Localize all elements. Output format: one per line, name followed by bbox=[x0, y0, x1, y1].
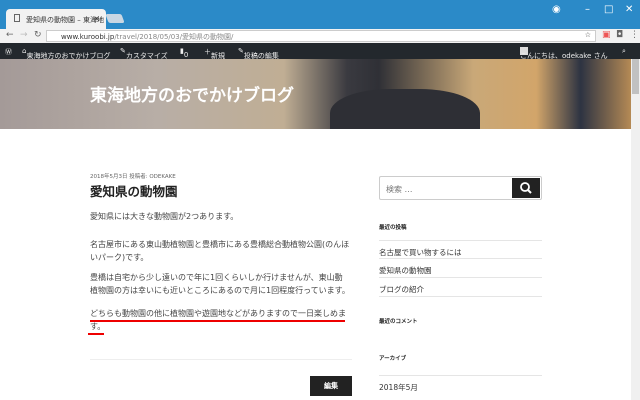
admin-comments-link[interactable]: ▮ 0 bbox=[180, 47, 188, 59]
recent-post-link[interactable]: ブログの紹介 bbox=[379, 277, 542, 296]
tab-title: 愛知県の動物園 – 東海地 bbox=[26, 16, 104, 24]
archives-heading: アーカイブ bbox=[379, 356, 407, 362]
document-icon bbox=[14, 14, 20, 22]
page-content: 2018年5月3日 投稿者: ODEKAKE 愛知県の動物園 愛知県には大きな動… bbox=[0, 129, 631, 400]
recent-posts-heading: 最近の投稿 bbox=[379, 225, 407, 231]
forward-icon[interactable]: → bbox=[20, 30, 28, 40]
archive-link[interactable]: 2018年5月 bbox=[379, 375, 542, 394]
search-button[interactable] bbox=[512, 178, 540, 198]
search-form bbox=[379, 176, 542, 201]
maximize-button[interactable]: □ bbox=[604, 4, 613, 15]
site-header: 東海地方のおでかけブログ bbox=[0, 59, 631, 149]
admin-account-link[interactable]: こんにちは、odekake さん bbox=[520, 47, 608, 60]
address-bar-row: ← → ↻ www.kuroobi.jp/travel/2018/05/03/愛… bbox=[0, 29, 640, 43]
post-title: 愛知県の動物園 bbox=[90, 184, 178, 199]
site-title[interactable]: 東海地方のおでかけブログ bbox=[90, 81, 294, 106]
wordpress-logo-icon[interactable]: Ⓦ bbox=[5, 47, 12, 57]
url-host: www.kuroobi.jp bbox=[61, 33, 115, 41]
divider bbox=[379, 296, 542, 297]
post-meta: 2018年5月3日 投稿者: ODEKAKE bbox=[90, 174, 176, 180]
scrollbar[interactable] bbox=[631, 59, 640, 400]
reload-icon[interactable]: ↻ bbox=[34, 30, 42, 40]
edit-button[interactable]: 編集 bbox=[310, 376, 352, 396]
scrollbar-thumb[interactable] bbox=[632, 59, 639, 94]
profile-icon[interactable]: ◉ bbox=[552, 4, 561, 15]
url-input[interactable]: www.kuroobi.jp/travel/2018/05/03/愛知県の動物園… bbox=[46, 30, 596, 42]
extension-icon[interactable]: ▣ bbox=[602, 30, 611, 40]
minimize-button[interactable]: – bbox=[585, 4, 590, 15]
post-paragraph: 名古屋市にある東山動植物園と豊橋市にある豊橋総合動植物公園(のんほいパーク)です… bbox=[90, 240, 350, 262]
comments-count: 0 bbox=[183, 51, 189, 59]
bookmark-star-icon[interactable]: ☆ bbox=[585, 31, 591, 39]
browser-tab[interactable]: 愛知県の動物園 – 東海地 × bbox=[6, 9, 106, 29]
recent-post-link[interactable]: 名古屋で買い物するには bbox=[379, 240, 542, 259]
search-icon bbox=[520, 182, 532, 194]
recent-comments-heading: 最近のコメント bbox=[379, 319, 418, 325]
wp-admin-bar: Ⓦ ⌂ 東海地方のおでかけブログ ✎ カスタマイズ ▮ 0 ＋ 新規 ✎ 投稿の… bbox=[0, 43, 640, 60]
recent-post-link[interactable]: 愛知県の動物園 bbox=[379, 258, 542, 277]
url-path: /travel/2018/05/03/愛知県の動物園/ bbox=[114, 33, 234, 41]
search-input[interactable] bbox=[380, 178, 508, 201]
admin-new-link[interactable]: ＋ 新規 bbox=[204, 47, 225, 60]
admin-site-link[interactable]: ⌂ 東海地方のおでかけブログ bbox=[22, 47, 110, 60]
menu-icon[interactable]: ⋮ bbox=[630, 30, 639, 40]
admin-edit-post-link[interactable]: ✎ 投稿の編集 bbox=[238, 47, 279, 60]
camera-icon[interactable]: ◘ bbox=[616, 30, 623, 40]
post-paragraph: 愛知県には大きな動物園が2つあります。 bbox=[90, 212, 239, 221]
close-window-button[interactable]: ✕ bbox=[625, 4, 633, 15]
post-paragraph: 豊橋は自宅から少し遠いので年に1回くらいしか行けませんが、東山動植物園の方は幸い… bbox=[90, 273, 350, 295]
divider bbox=[90, 359, 352, 360]
admin-customize-link[interactable]: ✎ カスタマイズ bbox=[120, 47, 168, 60]
browser-titlebar: 愛知県の動物園 – 東海地 × ◉ – □ ✕ bbox=[0, 0, 640, 29]
admin-search-icon[interactable]: ⌕ bbox=[622, 47, 626, 56]
close-tab-icon[interactable]: × bbox=[93, 14, 100, 23]
new-tab-button[interactable] bbox=[105, 14, 125, 23]
back-icon[interactable]: ← bbox=[6, 30, 14, 40]
red-underline bbox=[88, 333, 104, 335]
red-underline bbox=[90, 320, 345, 322]
